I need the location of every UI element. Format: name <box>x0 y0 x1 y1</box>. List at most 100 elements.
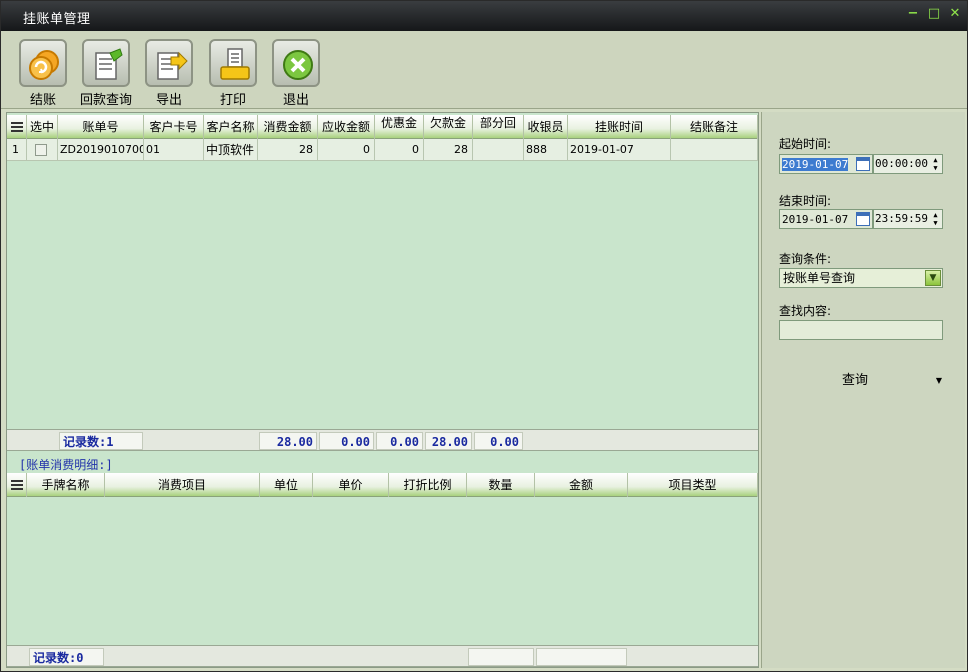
spin-updown-icon[interactable]: ▲ ▼ <box>931 211 940 227</box>
receivable-cell: 0 <box>318 139 375 161</box>
detail-sum-cell-1 <box>468 648 534 666</box>
col-discount-rate[interactable]: 打折比例 <box>389 473 467 497</box>
col-bill-no[interactable]: 账单号 <box>58 115 144 139</box>
search-input[interactable] <box>779 320 943 340</box>
checkout-coins-icon <box>19 39 67 87</box>
repayment-query-label: 回款查询 <box>79 93 132 108</box>
detail-record-count: 记录数:0 <box>29 648 104 666</box>
col-debt[interactable]: 欠款金 <box>424 115 473 139</box>
time-cell: 2019-01-07 <box>568 139 671 161</box>
list-icon <box>11 480 23 490</box>
print-label: 打印 <box>219 93 246 108</box>
col-unit-price[interactable]: 单价 <box>313 473 389 497</box>
window-title: 挂账单管理 <box>23 12 91 27</box>
receivable-total: 0.00 <box>319 432 374 450</box>
bill-no-cell: ZD20190107000 <box>58 139 144 161</box>
col-item-type[interactable]: 项目类型 <box>628 473 758 497</box>
detail-table-footer: 记录数:0 <box>7 645 758 667</box>
detail-caption: [账单消费明细:] <box>19 458 113 472</box>
calendar-icon[interactable] <box>856 212 870 226</box>
consume-cell: 28 <box>258 139 318 161</box>
query-button[interactable]: 查询 ▼ <box>822 370 942 392</box>
end-time-value: 23:59:59 <box>875 212 928 225</box>
col-consume-item[interactable]: 消费项目 <box>105 473 260 497</box>
end-time-field[interactable]: 23:59:59 ▲ ▼ <box>873 209 943 229</box>
toolbar: 结账 回款查询 导出 打印 退出 <box>1 31 967 109</box>
row-selector-header[interactable] <box>7 115 27 139</box>
condition-value: 按账单号查询 <box>783 271 856 285</box>
start-date-value: 2019-01-07 <box>782 158 849 171</box>
row-select-checkbox[interactable] <box>35 144 47 156</box>
search-label: 查找内容: <box>779 304 832 318</box>
repayment-query-button[interactable]: 回款查询 <box>78 37 134 108</box>
col-consume-amount[interactable]: 消费金额 <box>258 115 318 139</box>
col-tag-name[interactable]: 手牌名称 <box>27 473 105 497</box>
customer-cell: 中顶软件 <box>204 139 258 161</box>
exit-label: 退出 <box>282 93 309 108</box>
col-partial-return[interactable]: 部分回 <box>473 115 524 139</box>
col-cashier[interactable]: 收银员 <box>524 115 568 139</box>
end-date-field[interactable]: 2019-01-07 <box>779 209 873 229</box>
row-index: 1 <box>7 139 27 161</box>
condition-select[interactable]: 按账单号查询 ▼ <box>779 268 943 288</box>
col-amount[interactable]: 金额 <box>535 473 628 497</box>
filter-panel: 起始时间: 2019-01-07 00:00:00 ▲ ▼ 结束时间: 2019-… <box>761 112 965 668</box>
col-card-no[interactable]: 客户卡号 <box>144 115 204 139</box>
col-credit-time[interactable]: 挂账时间 <box>568 115 671 139</box>
print-button[interactable]: 打印 <box>205 37 261 108</box>
app-window: 挂账单管理 − □ ✕ 结账 回款查询 导出 打印 退出 选中 账单号 客户卡号… <box>0 0 968 672</box>
minimize-button[interactable]: − <box>905 6 921 22</box>
bill-grid-panel: 选中 账单号 客户卡号 客户名称 消费金额 应收金额 优惠金 欠款金 部分回 收… <box>6 112 759 668</box>
col-settle-note[interactable]: 结账备注 <box>671 115 758 139</box>
condition-label: 查询条件: <box>779 252 832 266</box>
col-receivable-amount[interactable]: 应收金额 <box>318 115 375 139</box>
calendar-icon[interactable] <box>856 157 870 171</box>
debt-cell: 28 <box>424 139 473 161</box>
col-unit[interactable]: 单位 <box>260 473 313 497</box>
spin-updown-icon[interactable]: ▲ ▼ <box>931 156 940 172</box>
partial-cell <box>473 139 524 161</box>
discount-cell: 0 <box>375 139 424 161</box>
printer-icon <box>209 39 257 87</box>
exit-x-icon <box>272 39 320 87</box>
row-select-cell <box>27 139 58 161</box>
cashier-cell: 888 <box>524 139 568 161</box>
end-time-label: 结束时间: <box>779 194 832 208</box>
card-no-cell: 01 <box>144 139 204 161</box>
start-date-field[interactable]: 2019-01-07 <box>779 154 873 174</box>
export-button[interactable]: 导出 <box>141 37 197 108</box>
maximize-button[interactable]: □ <box>926 6 942 22</box>
checkout-button[interactable]: 结账 <box>15 37 71 108</box>
query-button-label: 查询 <box>842 373 869 388</box>
title-bar: 挂账单管理 − □ ✕ <box>1 1 967 31</box>
checkout-label: 结账 <box>29 93 56 108</box>
detail-sum-cell-2 <box>536 648 627 666</box>
detail-table-header: 手牌名称 消费项目 单位 单价 打折比例 数量 金额 项目类型 <box>7 473 758 497</box>
export-label: 导出 <box>155 93 182 108</box>
col-quantity[interactable]: 数量 <box>467 473 535 497</box>
exit-button[interactable]: 退出 <box>268 37 324 108</box>
col-customer-name[interactable]: 客户名称 <box>204 115 258 139</box>
export-document-icon <box>145 39 193 87</box>
col-discount[interactable]: 优惠金 <box>375 115 424 139</box>
close-button[interactable]: ✕ <box>947 6 963 22</box>
document-edit-icon <box>82 39 130 87</box>
start-time-field[interactable]: 00:00:00 ▲ ▼ <box>873 154 943 174</box>
list-icon <box>11 122 23 132</box>
table-row[interactable]: 1 ZD20190107000 01 中顶软件 28 0 0 28 888 20… <box>7 139 758 161</box>
chevron-down-icon[interactable]: ▼ <box>925 270 941 286</box>
dropdown-arrow-icon: ▼ <box>935 376 942 385</box>
debt-total: 28.00 <box>425 432 472 450</box>
start-time-label: 起始时间: <box>779 137 832 151</box>
col-selected[interactable]: 选中 <box>27 115 58 139</box>
note-cell <box>671 139 758 161</box>
end-date-value: 2019-01-07 <box>782 213 849 226</box>
bill-table-header: 选中 账单号 客户卡号 客户名称 消费金额 应收金额 优惠金 欠款金 部分回 收… <box>7 115 758 139</box>
partial-total: 0.00 <box>474 432 523 450</box>
bill-table-footer: 记录数:1 28.00 0.00 0.00 28.00 0.00 <box>7 429 758 451</box>
consume-total: 28.00 <box>259 432 317 450</box>
bill-record-count: 记录数:1 <box>59 432 143 450</box>
detail-row-selector-header[interactable] <box>7 473 27 497</box>
start-time-value: 00:00:00 <box>875 157 928 170</box>
discount-total: 0.00 <box>376 432 423 450</box>
